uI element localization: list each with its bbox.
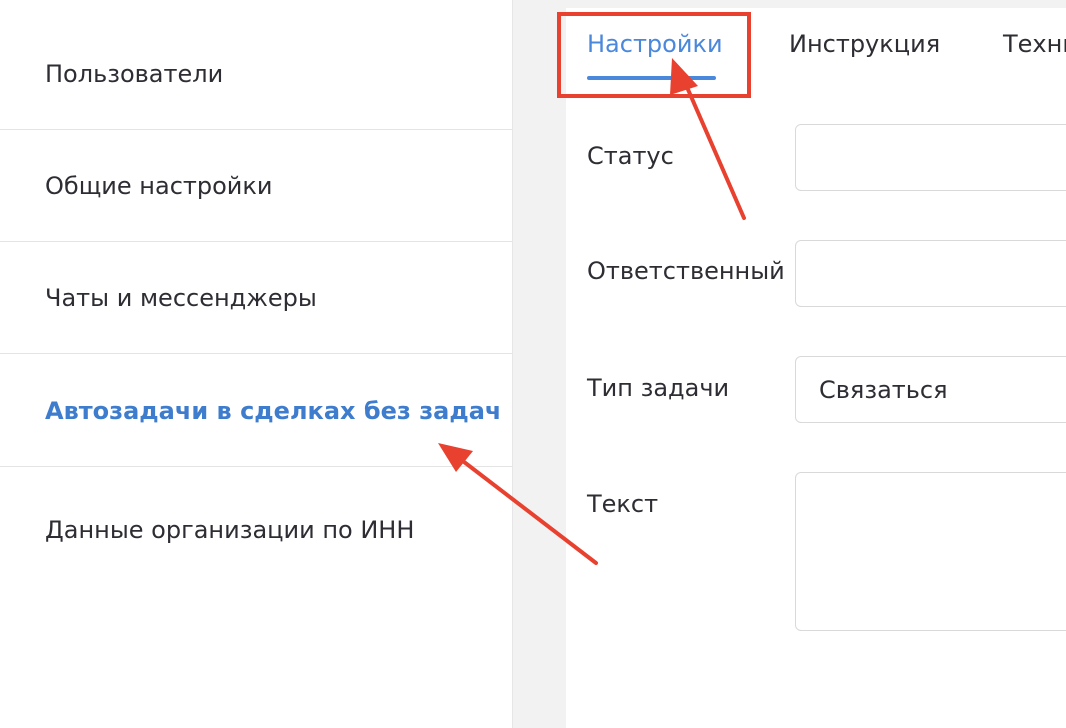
sidebar-item-org-data-inn[interactable]: Данные организации по ИНН: [0, 467, 512, 593]
sidebar-item-users[interactable]: Пользователи: [0, 19, 512, 130]
tab-instruction[interactable]: Инструкция: [789, 30, 940, 58]
annotation-highlight-box: [557, 12, 751, 98]
panel-top-strip: [566, 0, 1066, 8]
tab-technical[interactable]: Техни: [1003, 30, 1066, 58]
sidebar-item-chats-messengers[interactable]: Чаты и мессенджеры: [0, 243, 512, 354]
settings-panel: Настройки Инструкция Техни Статус Ответс…: [557, 0, 1066, 728]
app-root: Пользователи Общие настройки Чаты и месс…: [0, 0, 1066, 728]
responsible-label: Ответственный: [587, 257, 785, 285]
status-field[interactable]: [795, 124, 1066, 191]
task-type-select[interactable]: [795, 356, 1066, 423]
sidebar-item-label: Чаты и мессенджеры: [45, 284, 317, 312]
responsible-field[interactable]: [795, 240, 1066, 307]
sidebar: Пользователи Общие настройки Чаты и месс…: [0, 0, 512, 728]
text-label: Текст: [587, 490, 659, 518]
sidebar-item-label: Автозадачи в сделках без задач: [45, 396, 502, 425]
text-field[interactable]: [795, 472, 1066, 631]
task-type-label: Тип задачи: [587, 374, 730, 402]
sidebar-item-general-settings[interactable]: Общие настройки: [0, 131, 512, 242]
sidebar-item-label: Данные организации по ИНН: [45, 516, 415, 544]
sidebar-item-label: Общие настройки: [45, 172, 273, 200]
sidebar-item-autotasks[interactable]: Автозадачи в сделках без задач: [0, 355, 512, 467]
sidebar-item-label: Пользователи: [45, 60, 224, 88]
status-label: Статус: [587, 142, 674, 170]
panel-gutter: [512, 0, 566, 728]
